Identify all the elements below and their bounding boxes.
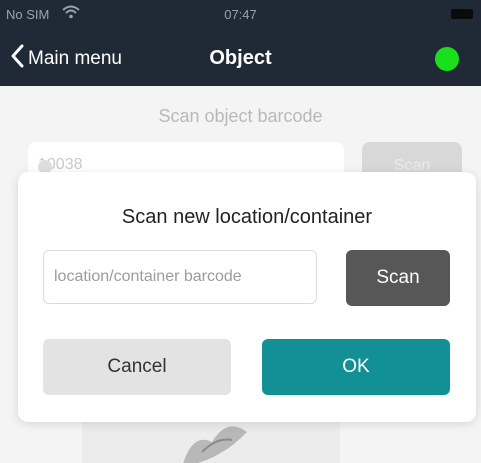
- dialog-title: Scan new location/container: [121, 206, 373, 228]
- location-barcode-input[interactable]: [43, 250, 317, 304]
- scan-location-dialog: Scan new location/container Scan Cancel …: [18, 172, 476, 422]
- clock: 07:47: [224, 7, 257, 22]
- page-title: Object: [209, 47, 272, 69]
- scan-object-label: Scan object barcode: [158, 106, 323, 126]
- ok-button[interactable]: OK: [262, 339, 450, 395]
- scan-button[interactable]: Scan: [346, 250, 450, 306]
- status-bar: No SIM 07:47: [0, 0, 481, 30]
- cancel-button[interactable]: Cancel: [43, 339, 231, 395]
- battery-icon: [451, 9, 473, 19]
- connection-status-indicator: [435, 47, 459, 71]
- navigation-bar: Main menu Object: [0, 30, 481, 86]
